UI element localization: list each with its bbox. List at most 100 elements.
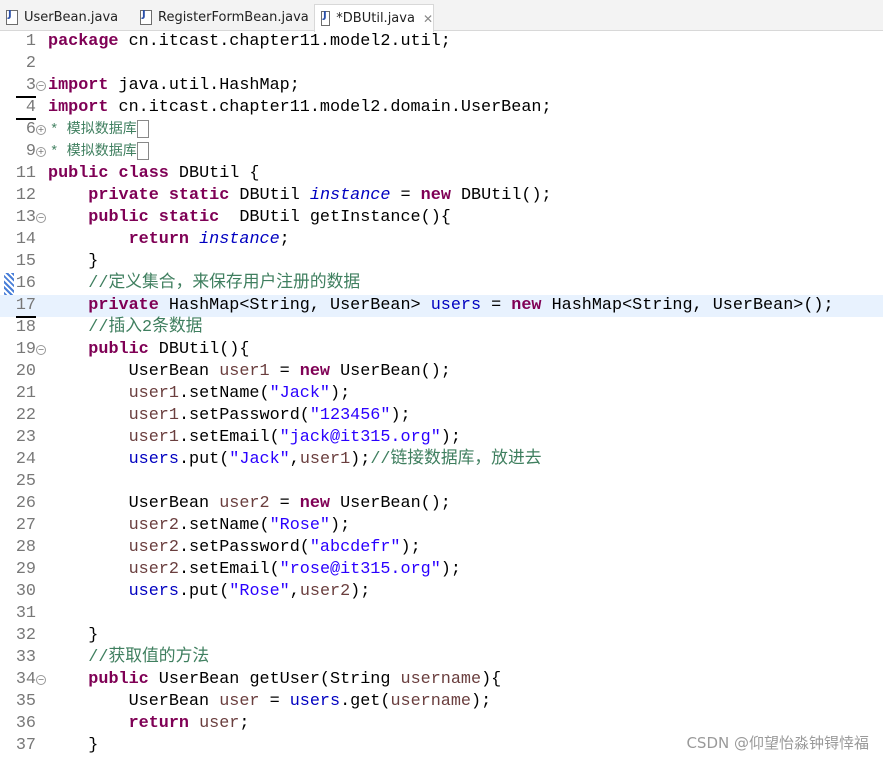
tab-dbutil[interactable]: *DBUtil.java ✕	[314, 4, 434, 32]
tab-registerformbean[interactable]: RegisterFormBean.java	[134, 4, 309, 30]
code-token: UserBean();	[330, 494, 451, 513]
code-line[interactable]: 28 user2.setPassword("abcdefr");	[0, 537, 883, 559]
code-token: users	[128, 450, 179, 469]
code-token: UserBean	[48, 494, 220, 513]
code-line[interactable]: 14 return instance;	[0, 229, 883, 251]
code-token: //定义集合，来保存用户注册的数据	[88, 274, 361, 293]
code-text: public class DBUtil {	[48, 163, 260, 185]
code-line[interactable]: 19− public DBUtil(){	[0, 339, 883, 361]
code-line[interactable]: 33 //获取值的方法	[0, 647, 883, 669]
code-token: user1	[128, 428, 179, 447]
code-line[interactable]: 25	[0, 471, 883, 493]
code-token: DBUtil	[229, 186, 310, 205]
code-line[interactable]: 9 + * 模拟数据库	[0, 141, 883, 163]
code-text: user2.setEmail("rose@it315.org");	[48, 559, 461, 581]
code-token: DBUtil getInstance(){	[219, 208, 451, 227]
code-line[interactable]: 22 user1.setPassword("123456");	[0, 405, 883, 427]
collapse-fold-icon[interactable]: −	[36, 675, 46, 685]
code-text: UserBean user1 = new UserBean();	[48, 361, 451, 383]
code-line[interactable]: 26 UserBean user2 = new UserBean();	[0, 493, 883, 515]
collapse-fold-icon[interactable]: −	[36, 81, 46, 91]
code-token: user2	[128, 538, 179, 557]
code-line[interactable]: 35 UserBean user = users.get(username);	[0, 691, 883, 713]
expand-fold-icon[interactable]: +	[36, 147, 46, 157]
code-line[interactable]: 30 users.put("Rose",user2);	[0, 581, 883, 603]
code-line[interactable]: 13− public static DBUtil getInstance(){	[0, 207, 883, 229]
code-line[interactable]: 2	[0, 53, 883, 75]
code-line[interactable]: 15 }	[0, 251, 883, 273]
code-line[interactable]: 24 users.put("Jack",user1);//链接数据库，放进去	[0, 449, 883, 471]
line-number: 21	[15, 384, 36, 403]
code-token: .setEmail(	[178, 560, 280, 579]
code-line[interactable]: 18 //插入2条数据	[0, 317, 883, 339]
code-line[interactable]: 27 user2.setName("Rose");	[0, 515, 883, 537]
java-file-icon	[140, 9, 152, 25]
collapse-fold-icon[interactable]: −	[36, 345, 46, 355]
tab-userbean[interactable]: UserBean.java	[0, 4, 130, 30]
code-token: "Rose"	[229, 582, 290, 601]
code-token: "Rose"	[269, 516, 331, 535]
code-line[interactable]: 34− public UserBean getUser(String usern…	[0, 669, 883, 691]
code-token: public	[88, 670, 149, 689]
code-token: return	[128, 714, 190, 733]
code-line[interactable]: 23 user1.setEmail("jack@it315.org");	[0, 427, 883, 449]
line-number: 17	[15, 296, 36, 315]
code-token: instance	[309, 186, 391, 205]
code-text: //定义集合，来保存用户注册的数据	[48, 273, 360, 295]
code-token: }	[48, 736, 99, 755]
collapse-fold-icon[interactable]: −	[36, 213, 46, 223]
code-line[interactable]: 17 private HashMap<String, UserBean> use…	[0, 295, 883, 317]
code-line[interactable]: 11 public class DBUtil {	[0, 163, 883, 185]
code-token: );	[400, 538, 421, 557]
close-icon[interactable]: ✕	[423, 12, 433, 26]
code-token: import	[48, 76, 109, 95]
code-token: username	[400, 670, 482, 689]
folded-block-icon[interactable]	[136, 141, 149, 160]
code-token: //链接数据库，放进去	[370, 450, 542, 469]
code-line[interactable]: 32 }	[0, 625, 883, 647]
code-text: user2.setPassword("abcdefr");	[48, 537, 421, 559]
code-token: user2	[219, 494, 270, 513]
code-line[interactable]: 3− import java.util.HashMap;	[0, 75, 883, 97]
code-editor[interactable]: 1 package cn.itcast.chapter11.model2.util…	[0, 31, 883, 761]
code-text: users.put("Rose",user2);	[48, 581, 371, 603]
code-token: private static	[88, 186, 230, 205]
code-token: );	[471, 692, 492, 711]
code-token: }	[48, 626, 99, 645]
expand-fold-icon[interactable]: +	[36, 125, 46, 135]
code-text: return instance;	[48, 229, 290, 251]
code-line[interactable]: 16 //定义集合，来保存用户注册的数据	[0, 273, 883, 295]
code-line[interactable]: 29 user2.setEmail("rose@it315.org");	[0, 559, 883, 581]
code-line[interactable]: 20 UserBean user1 = new UserBean();	[0, 361, 883, 383]
code-text: private static DBUtil instance = new DBU…	[48, 185, 551, 207]
code-line[interactable]: 12 private static DBUtil instance = new …	[0, 185, 883, 207]
java-file-icon	[321, 10, 331, 26]
code-token: username	[390, 692, 472, 711]
code-token: user1	[128, 384, 179, 403]
code-token: public static	[88, 208, 220, 227]
code-line[interactable]: 6 + * 模拟数据库	[0, 119, 883, 141]
code-line[interactable]: 21 user1.setName("Jack");	[0, 383, 883, 405]
code-line[interactable]: 31	[0, 603, 883, 625]
code-token: new	[511, 296, 542, 315]
code-text: public UserBean getUser(String username)…	[48, 669, 501, 691]
code-text: * 模拟数据库	[50, 119, 149, 141]
code-token: //插入2条数据	[88, 318, 203, 337]
code-line[interactable]: 1 package cn.itcast.chapter11.model2.util…	[0, 31, 883, 53]
code-token: user1	[219, 362, 270, 381]
code-text: UserBean user2 = new UserBean();	[48, 493, 451, 515]
code-token: =	[269, 362, 300, 381]
code-token: users	[430, 296, 482, 315]
code-token: user2	[128, 516, 179, 535]
code-token: HashMap<String, UserBean>();	[541, 296, 834, 315]
code-line[interactable]: 4 import cn.itcast.chapter11.model2.domai…	[0, 97, 883, 119]
folded-block-icon[interactable]	[136, 119, 149, 138]
code-token: private	[88, 296, 159, 315]
